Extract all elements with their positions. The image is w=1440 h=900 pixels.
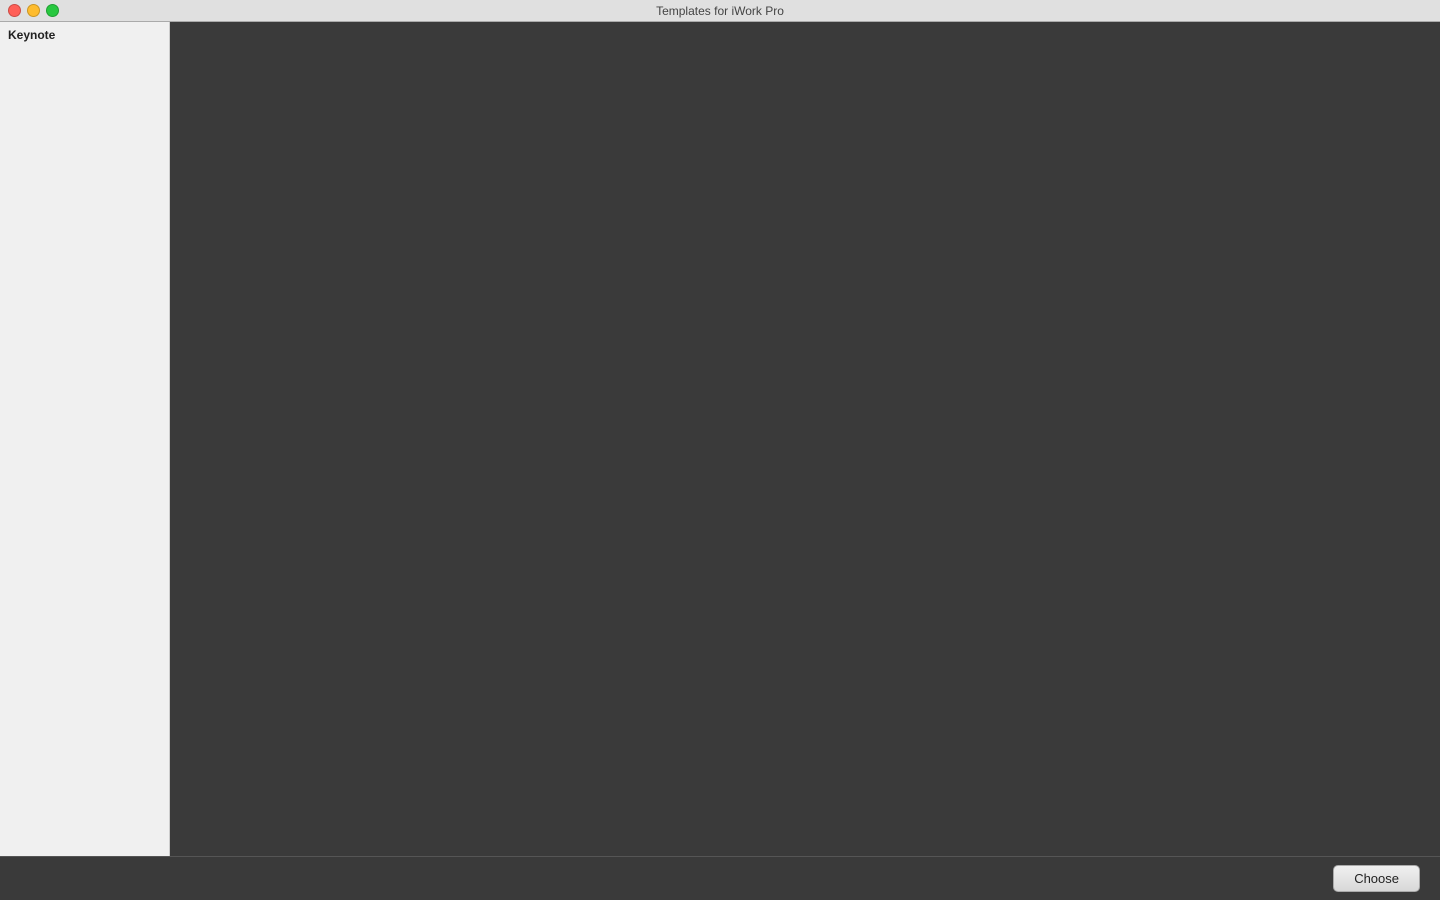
title-bar: Templates for iWork Pro: [0, 0, 1440, 22]
sidebar-section-0: Keynote: [0, 22, 169, 45]
choose-button[interactable]: Choose: [1333, 865, 1420, 892]
window-title: Templates for iWork Pro: [656, 4, 784, 18]
sidebar: Keynote: [0, 22, 170, 900]
window-controls: [8, 4, 59, 17]
maximize-button[interactable]: [46, 4, 59, 17]
bottom-bar: Choose: [0, 856, 1440, 900]
minimize-button[interactable]: [27, 4, 40, 17]
close-button[interactable]: [8, 4, 21, 17]
content-area: [170, 22, 1440, 900]
main-container: Keynote: [0, 22, 1440, 900]
